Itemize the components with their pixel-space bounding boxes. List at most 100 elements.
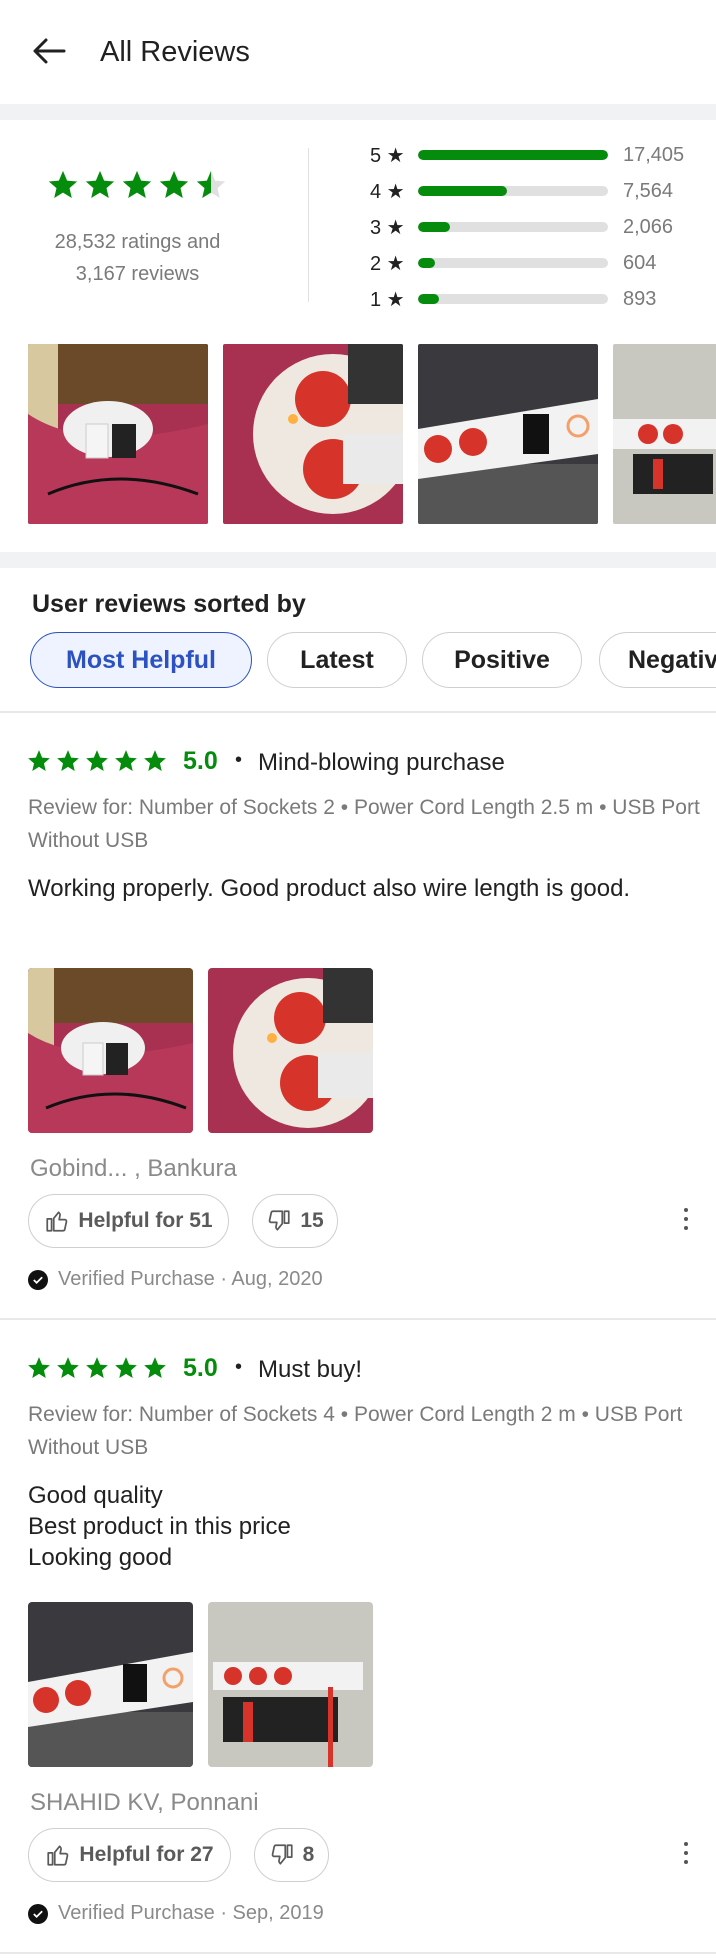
rating-bar-track (418, 150, 608, 160)
star-full-icon (85, 170, 115, 199)
average-rating-stars (46, 168, 228, 202)
rating-bar-count: 893 (623, 287, 657, 310)
star-full-icon (86, 750, 108, 771)
review-variant: Review for: Number of Sockets 2 • Power … (28, 796, 700, 852)
rating-bar-label: 2 ★ (370, 252, 405, 275)
star-full-icon (115, 1357, 137, 1378)
back-arrow-icon[interactable] (28, 30, 70, 72)
rating-bar-2: 2 ★ 604 (370, 248, 700, 278)
divider-line (0, 1952, 716, 1954)
review-score: 5.0 (183, 1354, 218, 1382)
sort-chip-negative[interactable]: Negative (599, 632, 716, 688)
sort-title: User reviews sorted by (32, 590, 306, 618)
review-photo[interactable] (208, 968, 373, 1133)
rating-bar-label: 1 ★ (370, 288, 405, 311)
verified-check-icon (28, 1903, 48, 1924)
ratings-count-text: 28,532 ratings and 3,167 reviews (20, 226, 255, 290)
rating-bar-count: 604 (623, 251, 657, 274)
summary-divider (308, 148, 309, 302)
rating-bar-fill (418, 222, 451, 232)
reviewer-name: Gobind... , Bankura (30, 1155, 237, 1182)
sort-chip-positive[interactable]: Positive (422, 632, 582, 688)
review-body: Working properly. Good product also wire… (28, 873, 708, 904)
rating-bar-count: 2,066 (623, 215, 674, 238)
not-helpful-button[interactable]: 15 (252, 1194, 338, 1248)
verified-text: Verified Purchase · Sep, 2019 (58, 1902, 324, 1924)
rating-bar-fill (418, 294, 439, 304)
thumbs-up-icon (47, 1845, 69, 1866)
sort-chips: Most Helpful Latest Positive Negative (30, 632, 716, 688)
star-full-icon (28, 1357, 50, 1378)
more-options-icon[interactable] (676, 1204, 696, 1234)
thumbs-down-icon (268, 1210, 290, 1231)
review-photo[interactable] (28, 968, 193, 1133)
rating-bar-label: 3 ★ (370, 216, 405, 239)
star-full-icon (86, 1357, 108, 1378)
customer-photo[interactable] (613, 344, 716, 524)
review-body-line: Best product in this price (28, 1513, 291, 1540)
sort-chip-latest[interactable]: Latest (267, 632, 407, 688)
rating-bar-fill (418, 186, 508, 196)
not-helpful-count: 15 (300, 1209, 324, 1232)
separator-dot: • (235, 1356, 243, 1378)
verified-purchase: Verified Purchase · Sep, 2019 (28, 1902, 324, 1925)
helpful-button[interactable]: Helpful for 51 (28, 1194, 229, 1248)
thumbs-up-icon (46, 1211, 68, 1232)
star-full-icon (48, 170, 78, 199)
section-divider (0, 552, 716, 568)
reviews-line: 3,167 reviews (75, 263, 200, 285)
app-header: All Reviews (0, 0, 716, 104)
review-body-line: Good quality (28, 1482, 163, 1509)
helpful-label: Helpful for 27 (79, 1843, 214, 1866)
divider-line (0, 1318, 716, 1320)
review-rating-stars (26, 748, 168, 774)
thumbs-down-icon (271, 1844, 293, 1865)
review-body: Good quality Best product in this price … (28, 1480, 708, 1573)
helpful-button[interactable]: Helpful for 27 (28, 1828, 231, 1882)
customer-photo[interactable] (28, 344, 208, 524)
star-full-icon (57, 1357, 79, 1378)
review-photo[interactable] (208, 1602, 373, 1767)
review-variant: Review for: Number of Sockets 4 • Power … (28, 1403, 683, 1459)
review-photo[interactable] (28, 1602, 193, 1767)
rating-bar-1: 1 ★ 893 (370, 284, 700, 314)
review-rating-stars (26, 1355, 168, 1381)
review-title: Must buy! (258, 1356, 363, 1383)
rating-bar-track (418, 222, 608, 232)
star-full-icon (28, 750, 50, 771)
rating-bar-track (418, 258, 608, 268)
section-divider (0, 104, 716, 120)
rating-bar-fill (418, 258, 436, 268)
rating-bar-label: 4 ★ (370, 180, 405, 203)
rating-bar-track (418, 294, 608, 304)
star-full-icon (57, 750, 79, 771)
not-helpful-button[interactable]: 8 (254, 1828, 329, 1882)
not-helpful-count: 8 (302, 1843, 315, 1866)
star-full-icon (115, 750, 137, 771)
review-score: 5.0 (183, 747, 218, 775)
verified-check-icon (28, 1269, 48, 1290)
customer-photo[interactable] (223, 344, 403, 524)
rating-bar-count: 17,405 (623, 143, 685, 166)
sort-chip-most-helpful[interactable]: Most Helpful (30, 632, 252, 688)
review-body-line: Looking good (28, 1544, 173, 1571)
separator-dot: • (235, 749, 243, 771)
reviewer-name: SHAHID KV, Ponnani (30, 1789, 259, 1816)
divider-line (0, 711, 716, 713)
ratings-line: 28,532 ratings and (54, 231, 221, 253)
customer-photo[interactable] (418, 344, 598, 524)
helpful-label: Helpful for 51 (78, 1209, 213, 1232)
verified-text: Verified Purchase · Aug, 2020 (58, 1268, 323, 1290)
customer-photo-strip[interactable] (28, 344, 716, 524)
page-title: All Reviews (100, 36, 250, 68)
review-title: Mind-blowing purchase (258, 749, 505, 776)
rating-bar-fill (418, 150, 608, 160)
rating-bar-track (418, 186, 608, 196)
rating-bar-5: 5 ★ 17,405 (370, 140, 700, 170)
star-half-icon (196, 170, 226, 199)
star-full-icon (144, 750, 166, 771)
star-full-icon (159, 170, 189, 199)
verified-purchase: Verified Purchase · Aug, 2020 (28, 1268, 323, 1291)
more-options-icon[interactable] (676, 1838, 696, 1868)
rating-bar-label: 5 ★ (370, 144, 405, 167)
